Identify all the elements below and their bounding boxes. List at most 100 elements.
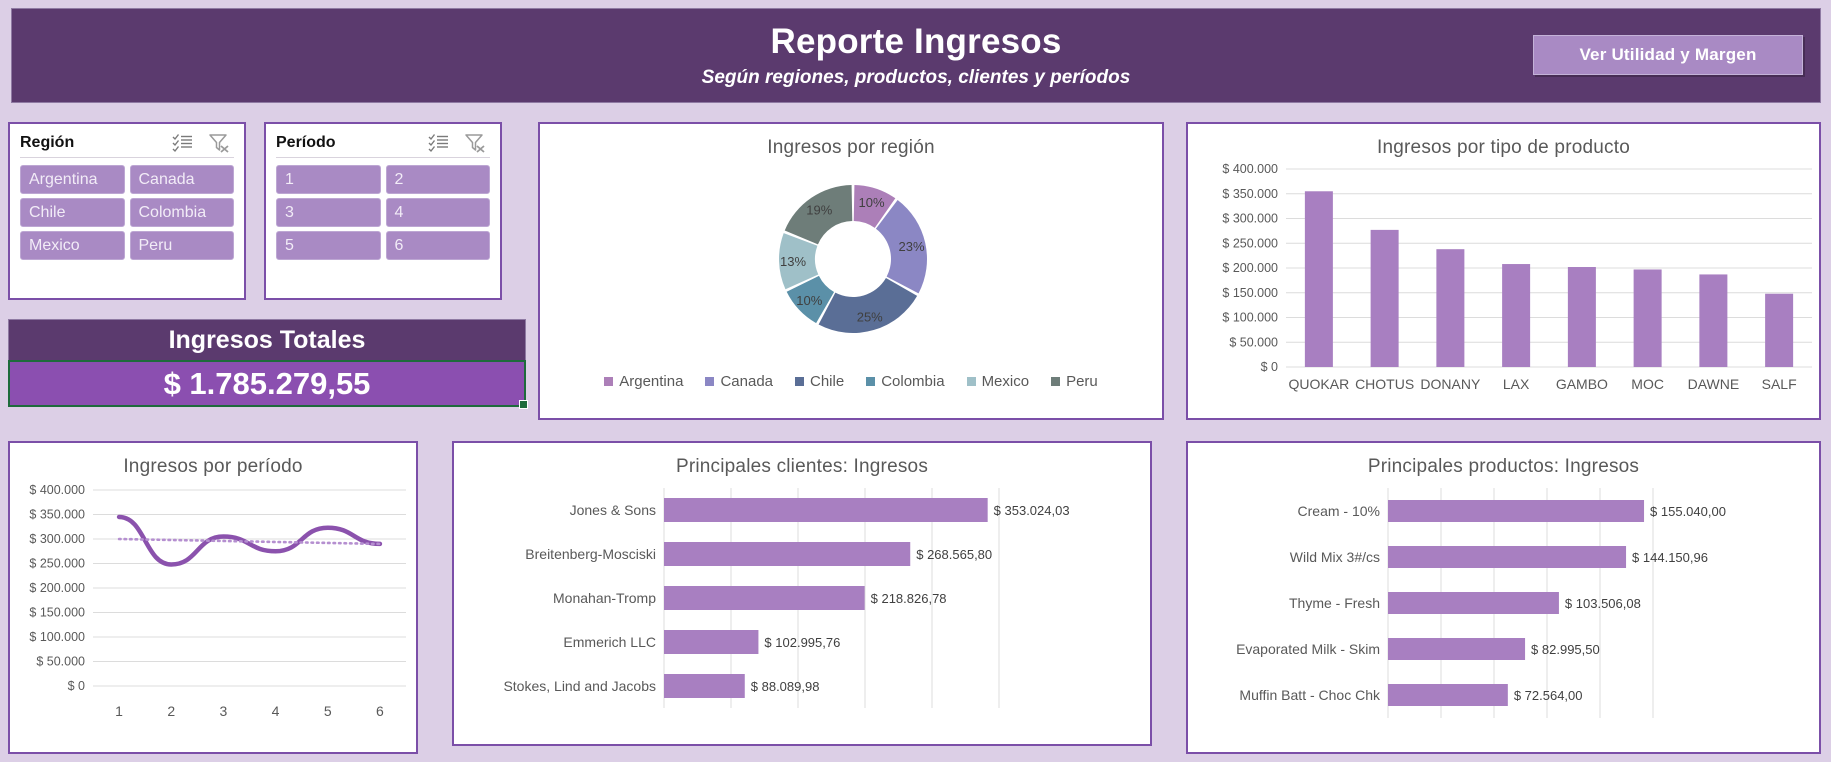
column-chart-tipo-producto: $ 400.000 $ 350.000 $ 300.000 $ 250.000 $ 20… — [1222, 162, 1812, 392]
value-label: $ 268.565,80 — [916, 547, 992, 562]
value-label: $ 155.040,00 — [1650, 504, 1726, 519]
bar-dawne[interactable] — [1699, 274, 1728, 367]
value-label: $ 103.506,08 — [1565, 596, 1641, 611]
slicer-item-chile[interactable]: Chile — [20, 198, 125, 227]
y-tick-label: $ 0 — [1261, 360, 1278, 374]
y-tick-label: $ 350.000 — [29, 508, 85, 522]
selection-handle[interactable] — [519, 400, 528, 409]
donut-slice-chile[interactable] — [818, 277, 918, 333]
kpi-ingresos-totales: Ingresos Totales $ 1.785.279,55 — [8, 319, 528, 409]
bar-item[interactable] — [664, 498, 988, 522]
multi-select-icon[interactable] — [172, 133, 194, 153]
chart-ingresos-por-region: Ingresos por región 10% 23% 25% 10% 13% 19% A… — [538, 122, 1164, 420]
bar-item[interactable] — [1388, 546, 1627, 568]
x-tick-label: DAWNE — [1688, 376, 1740, 392]
donut-label-mexico: 13% — [780, 254, 806, 269]
dashboard-page: Reporte Ingresos Según regiones, product… — [0, 0, 1831, 762]
donut-label-canada: 23% — [899, 239, 925, 254]
x-tick-label: DONANY — [1420, 376, 1481, 392]
slicer-region[interactable]: Región Argentina Canada Chile Colombia M… — [8, 122, 246, 300]
value-label: $ 72.564,00 — [1514, 688, 1583, 703]
page-title: Reporte Ingresos — [770, 21, 1062, 61]
legend-label-mexico: Mexico — [981, 373, 1030, 390]
ver-utilidad-y-margen-button[interactable]: Ver Utilidad y Margen — [1533, 35, 1803, 75]
slicer-item-periodo-6[interactable]: 6 — [385, 231, 490, 260]
y-tick-label: $ 100.000 — [1222, 311, 1278, 325]
bar-item[interactable] — [664, 542, 911, 566]
x-tick-label: 5 — [324, 703, 332, 719]
slicer-item-periodo-1[interactable]: 1 — [276, 165, 381, 194]
bar-item[interactable] — [1388, 684, 1508, 706]
slicer-periodo-title: Período — [276, 133, 336, 151]
line-chart-periodo: $ 400.000 $ 350.000 $ 300.000 $ 250.000 $ 20… — [29, 483, 406, 719]
chart-principales-productos: Principales productos: Ingresos Cream - … — [1186, 441, 1821, 754]
multi-select-icon[interactable] — [428, 133, 450, 153]
slicer-item-periodo-5[interactable]: 5 — [276, 231, 381, 260]
y-tick-label: $ 0 — [68, 679, 85, 693]
chart-title-tipo-producto: Ingresos por tipo de producto — [1377, 137, 1630, 158]
value-label: $ 353.024,03 — [994, 503, 1070, 518]
bar-item[interactable] — [664, 674, 745, 698]
category-label: Monahan-Tromp — [553, 590, 656, 606]
category-label: Stokes, Lind and Jacobs — [503, 678, 656, 694]
legend-item-mexico[interactable]: Mexico — [966, 373, 1030, 390]
slicer-item-argentina[interactable]: Argentina — [20, 165, 125, 194]
category-label: Jones & Sons — [570, 502, 656, 518]
y-tick-label: $ 50.000 — [1229, 335, 1278, 349]
legend-item-chile[interactable]: Chile — [795, 373, 844, 390]
value-label: $ 218.826,78 — [871, 591, 947, 606]
bar-quokar[interactable] — [1304, 191, 1333, 367]
kpi-value-cell[interactable]: $ 1.785.279,55 — [8, 360, 528, 409]
bar-salf[interactable] — [1765, 293, 1794, 367]
legend-item-canada[interactable]: Canada — [705, 373, 773, 390]
donut-label-peru: 19% — [806, 202, 832, 217]
chart-ingresos-por-tipo-de-producto: Ingresos por tipo de producto $ 400.000 $… — [1186, 122, 1821, 420]
value-label: $ 88.089,98 — [751, 679, 820, 694]
slicer-item-peru[interactable]: Peru — [129, 231, 234, 260]
bar-item[interactable] — [1388, 592, 1559, 614]
slicer-item-periodo-2[interactable]: 2 — [385, 165, 490, 194]
bar-item[interactable] — [1388, 500, 1645, 522]
bar-donany[interactable] — [1436, 249, 1465, 367]
legend-item-argentina[interactable]: Argentina — [604, 373, 683, 390]
bar-chotus[interactable] — [1370, 229, 1399, 367]
clear-filter-icon[interactable] — [208, 133, 230, 153]
category-label: Breitenberg-Mosciski — [525, 546, 656, 562]
slicer-periodo-items: 1 2 3 4 5 6 — [276, 165, 490, 260]
page-subtitle: Según regiones, productos, clientes y pe… — [701, 67, 1131, 89]
y-tick-label: $ 250.000 — [1222, 236, 1278, 250]
bar-item[interactable] — [664, 586, 865, 610]
legend-label-canada: Canada — [720, 373, 773, 390]
chart-title-periodo: Ingresos por período — [123, 456, 303, 477]
bar-chart-clientes: Jones & Sons $ 353.024,03 Breitenberg-Mosc… — [503, 488, 1070, 708]
y-tick-label: $ 200.000 — [1222, 261, 1278, 275]
bar-lax[interactable] — [1502, 264, 1531, 367]
slicer-item-mexico[interactable]: Mexico — [20, 231, 125, 260]
slicer-item-periodo-4[interactable]: 4 — [385, 198, 490, 227]
slicer-item-colombia[interactable]: Colombia — [129, 198, 234, 227]
y-tick-label: $ 350.000 — [1222, 187, 1278, 201]
legend-item-colombia[interactable]: Colombia — [866, 373, 945, 390]
y-tick-label: $ 300.000 — [1222, 212, 1278, 226]
kpi-title: Ingresos Totales — [8, 319, 526, 360]
legend-item-peru[interactable]: Peru — [1051, 373, 1098, 390]
slicer-region-items: Argentina Canada Chile Colombia Mexico P… — [20, 165, 234, 260]
y-tick-label: $ 250.000 — [29, 557, 85, 571]
bar-moc[interactable] — [1633, 269, 1662, 367]
bar-gambo[interactable] — [1567, 267, 1596, 367]
bar-item[interactable] — [1388, 638, 1526, 660]
legend-swatch-argentina — [604, 377, 614, 386]
bar-item[interactable] — [664, 630, 759, 654]
chart-ingresos-por-periodo: Ingresos por período $ 400.000 $ 350.000 $… — [8, 441, 418, 754]
header-titles: Reporte Ingresos Según regiones, product… — [702, 22, 1131, 89]
category-label: Thyme - Fresh — [1289, 595, 1380, 611]
slicer-item-canada[interactable]: Canada — [129, 165, 234, 194]
x-tick-label: LAX — [1503, 376, 1530, 392]
slicer-periodo[interactable]: Período 1 2 3 4 5 6 — [264, 122, 502, 300]
x-tick-label: 3 — [220, 703, 228, 719]
value-label: $ 144.150,96 — [1632, 550, 1708, 565]
slicer-item-periodo-3[interactable]: 3 — [276, 198, 381, 227]
x-tick-label: GAMBO — [1556, 376, 1608, 392]
legend-swatch-chile — [795, 377, 804, 386]
clear-filter-icon[interactable] — [464, 133, 486, 153]
